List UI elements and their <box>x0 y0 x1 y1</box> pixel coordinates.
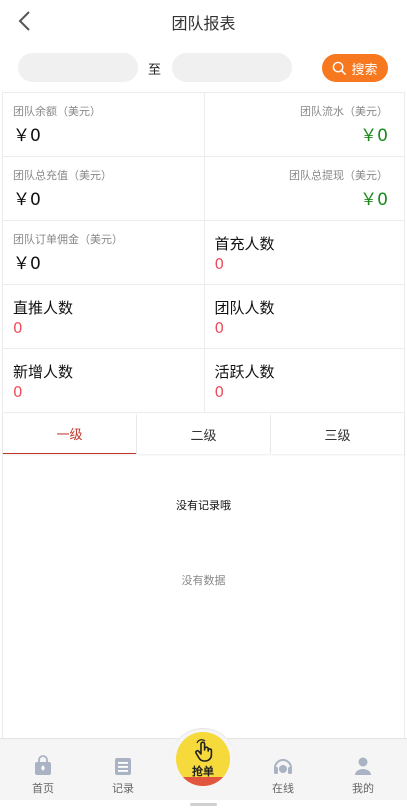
tab-level-3[interactable]: 三级 <box>271 414 404 454</box>
stat-value: ￥0 <box>360 190 388 210</box>
grab-order-base <box>176 777 230 786</box>
stat-value: ￥0 <box>13 126 41 146</box>
stats-row: 团队总充值（美元） ￥0 团队总提现（美元） ￥0 <box>3 157 404 221</box>
stat-count: 0 <box>13 319 23 337</box>
stat-active-count: 活跃人数 0 <box>203 349 405 412</box>
nav-label: 在线 <box>272 782 294 795</box>
stat-value: ￥0 <box>13 254 41 274</box>
stat-label: 团队流水（美元） <box>300 105 388 118</box>
clipboard-icon <box>115 758 131 775</box>
nav-online[interactable]: 在线 <box>253 755 313 796</box>
home-bag-icon <box>35 755 51 775</box>
user-icon <box>355 757 371 775</box>
content-border-right <box>404 92 405 738</box>
no-data-message: 没有数据 <box>181 574 226 587</box>
nav-mine[interactable]: 我的 <box>333 755 393 796</box>
stat-count: 0 <box>214 383 225 401</box>
nav-label: 我的 <box>352 782 374 795</box>
stats-row: 团队订单佣金（美元） ￥0 首充人数 0 <box>3 221 404 285</box>
stat-label: 活跃人数 <box>214 363 275 381</box>
start-date-input[interactable] <box>18 53 138 82</box>
to-label: 至 <box>148 63 162 78</box>
header: 团队报表 <box>0 0 407 42</box>
nav-record[interactable]: 记录 <box>93 755 153 796</box>
stat-value: ￥0 <box>13 190 41 210</box>
stats-row: 直推人数 0 团队人数 0 <box>3 285 404 349</box>
headset-icon <box>274 759 292 774</box>
stat-team-count: 团队人数 0 <box>203 285 405 348</box>
date-filter-bar: 至 搜索 <box>0 42 407 92</box>
stats-row: 团队余额（美元） ￥0 团队流水（美元） ￥0 <box>3 93 404 157</box>
end-date-input[interactable] <box>172 53 292 82</box>
stat-label: 首充人数 <box>214 235 275 253</box>
tap-hand-icon <box>195 739 213 762</box>
nav-home[interactable]: 首页 <box>13 755 73 796</box>
stat-count: 0 <box>214 255 225 273</box>
stat-direct: 直推人数 0 <box>3 285 204 348</box>
stats-row: 新增人数 0 活跃人数 0 <box>3 349 404 413</box>
nav-label: 记录 <box>112 782 134 795</box>
tab-level-1[interactable]: 一级 <box>3 414 136 454</box>
stat-value: ￥0 <box>360 126 388 146</box>
stat-label: 团队人数 <box>214 299 275 317</box>
stat-label: 新增人数 <box>13 363 74 381</box>
no-record-message: 没有记录哦 <box>176 499 231 512</box>
stat-label: 团队订单佣金（美元） <box>13 233 123 246</box>
stat-count: 0 <box>214 319 225 337</box>
search-icon <box>333 61 347 75</box>
stat-team-balance: 团队余额（美元） ￥0 <box>3 93 204 156</box>
page-title: 团队报表 <box>171 14 236 33</box>
stat-label: 团队总充值（美元） <box>13 169 112 182</box>
home-indicator <box>190 803 217 806</box>
stat-new-count: 新增人数 0 <box>3 349 204 412</box>
stat-team-commission: 团队订单佣金（美元） ￥0 <box>3 221 204 284</box>
stat-count: 0 <box>13 383 23 401</box>
stat-label: 团队总提现（美元） <box>289 169 388 182</box>
search-button[interactable]: 搜索 <box>322 54 388 82</box>
stat-first-recharge: 首充人数 0 <box>203 221 405 284</box>
grab-order-button[interactable]: 抢单 <box>176 732 230 786</box>
nav-label: 首页 <box>32 782 54 795</box>
tab-level-2[interactable]: 二级 <box>137 414 270 454</box>
stat-team-withdraw: 团队总提现（美元） ￥0 <box>203 157 405 220</box>
search-button-label: 搜索 <box>351 62 378 78</box>
stats-grid: 团队余额（美元） ￥0 团队流水（美元） ￥0 团队总充值（美元） ￥0 团队总… <box>3 92 404 413</box>
stat-team-recharge: 团队总充值（美元） ￥0 <box>3 157 204 220</box>
stat-label: 直推人数 <box>13 299 74 317</box>
grab-order-wrap: 抢单 <box>170 728 236 788</box>
stat-team-flow: 团队流水（美元） ￥0 <box>203 93 405 156</box>
level-tabs: 一级 二级 三级 <box>3 414 404 454</box>
stat-label: 团队余额（美元） <box>13 105 101 118</box>
